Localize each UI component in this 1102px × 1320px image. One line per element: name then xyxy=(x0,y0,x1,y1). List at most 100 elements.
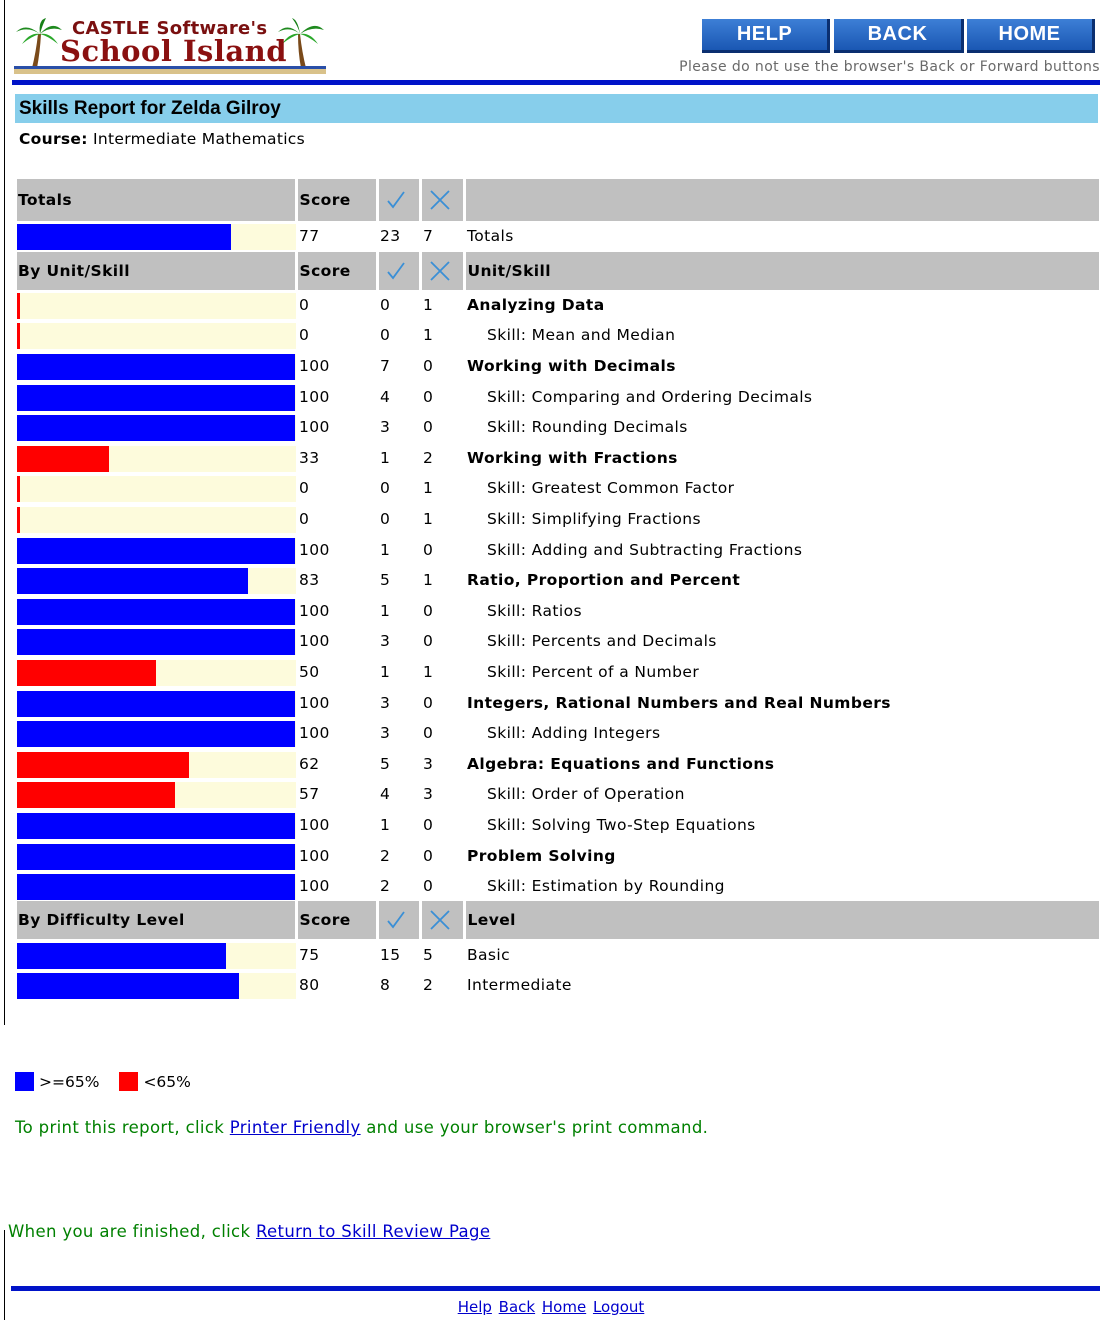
score-bar xyxy=(17,751,296,778)
incorrect-count: 3 xyxy=(423,785,434,804)
incorrect-count: 1 xyxy=(423,510,434,529)
incorrect-count: 2 xyxy=(423,976,434,995)
help-button[interactable]: HELP xyxy=(702,19,830,53)
report-row: 100 7 0 Working with Decimals xyxy=(17,351,1099,382)
report-row: 77 23 7 Totals xyxy=(17,221,1099,252)
correct-count: 2 xyxy=(380,846,391,865)
section-label: Totals xyxy=(17,179,298,221)
score-bar xyxy=(17,629,296,656)
correct-count: 0 xyxy=(380,479,391,498)
footer-back-link[interactable]: Back xyxy=(499,1298,535,1316)
correct-count: 8 xyxy=(380,976,391,995)
incorrect-count: 1 xyxy=(423,326,434,345)
browser-nav-notice: Please do not use the browser's Back or … xyxy=(679,59,1100,75)
legend-pass-swatch xyxy=(15,1072,34,1091)
school-island-logo[interactable]: CASTLE Software's School Island xyxy=(14,16,326,74)
incorrect-count: 7 xyxy=(423,227,434,246)
incorrect-count: 0 xyxy=(423,693,434,712)
unit-name: Working with Decimals xyxy=(467,357,676,376)
footer-home-link[interactable]: Home xyxy=(542,1298,586,1316)
score-bar xyxy=(17,942,296,969)
home-button[interactable]: HOME xyxy=(967,19,1095,53)
score-bar-cell xyxy=(17,473,296,504)
score-bar-cell xyxy=(17,351,296,382)
skill-name: Skill: Percent of a Number xyxy=(487,663,700,682)
score-value: 62 xyxy=(299,754,320,773)
print-text-after: and use your browser's print command. xyxy=(360,1118,709,1137)
correct-count: 1 xyxy=(380,815,391,834)
score-bar xyxy=(17,537,296,564)
report-row: 100 1 0 Skill: Adding and Subtracting Fract… xyxy=(17,534,1099,565)
score-bar-fill xyxy=(17,690,295,717)
incorrect-count: 1 xyxy=(423,571,434,590)
footer-nav: Help Back Home Logout xyxy=(0,1298,1102,1316)
score-bar-fill xyxy=(17,537,295,564)
score-bar-cell xyxy=(17,504,296,535)
report-row: 57 4 3 Skill: Order of Operation xyxy=(17,779,1099,810)
score-column-header: Score xyxy=(296,901,379,940)
incorrect-count: 3 xyxy=(423,754,434,773)
cross-icon xyxy=(422,908,462,932)
incorrect-count: 1 xyxy=(423,479,434,498)
palm-tree-icon xyxy=(16,18,62,68)
finish-instructions: When you are finished, click Return to S… xyxy=(8,1222,490,1241)
incorrect-count: 0 xyxy=(423,877,434,896)
correct-column-header xyxy=(377,179,422,221)
footer-logout-link[interactable]: Logout xyxy=(593,1298,644,1316)
footer-help-link[interactable]: Help xyxy=(458,1298,492,1316)
score-bar xyxy=(17,292,296,319)
legend: >=65% <65% xyxy=(15,1072,191,1091)
correct-count: 3 xyxy=(380,724,391,743)
name-column-header: Unit/Skill xyxy=(464,251,1099,290)
section-header: Totals Score xyxy=(17,179,1099,221)
incorrect-count: 1 xyxy=(423,295,434,314)
skill-name: Skill: Percents and Decimals xyxy=(487,632,717,651)
unit-name: Problem Solving xyxy=(467,846,616,865)
score-bar-cell xyxy=(17,381,296,412)
report-row: 0 0 1 Analyzing Data xyxy=(17,290,1099,321)
back-button[interactable]: BACK xyxy=(834,19,964,53)
row-name: Totals xyxy=(467,227,514,246)
correct-count: 0 xyxy=(380,326,391,345)
correct-count: 4 xyxy=(380,785,391,804)
incorrect-count: 2 xyxy=(423,448,434,467)
name-column-header: Level xyxy=(464,901,1099,940)
score-value: 100 xyxy=(299,357,330,376)
correct-count: 2 xyxy=(380,877,391,896)
report-row: 100 1 0 Skill: Ratios xyxy=(17,596,1099,627)
incorrect-count: 0 xyxy=(423,357,434,376)
score-bar xyxy=(17,568,296,595)
score-bar-fill xyxy=(17,812,295,839)
score-bar-cell xyxy=(17,657,296,688)
report-row: 100 1 0 Skill: Solving Two-Step Equations xyxy=(17,810,1099,841)
row-name: Intermediate xyxy=(467,976,572,995)
skill-name: Skill: Simplifying Fractions xyxy=(487,510,701,529)
skill-name: Skill: Adding and Subtracting Fractions xyxy=(487,540,803,559)
score-bar xyxy=(17,843,296,870)
score-value: 100 xyxy=(299,846,330,865)
score-bar-fill xyxy=(17,721,295,748)
score-bar-fill xyxy=(17,629,295,656)
score-bar xyxy=(17,812,296,839)
score-bar xyxy=(17,690,296,717)
skill-name: Skill: Estimation by Rounding xyxy=(487,877,725,896)
report-row: 100 4 0 Skill: Comparing and Ordering Decim… xyxy=(17,381,1099,412)
return-to-skill-review-link[interactable]: Return to Skill Review Page xyxy=(256,1222,490,1241)
incorrect-column-header xyxy=(420,901,466,940)
score-value: 100 xyxy=(299,540,330,559)
score-bar-cell xyxy=(17,687,296,718)
name-column-header xyxy=(464,179,1099,221)
score-value: 100 xyxy=(299,877,330,896)
score-bar-fill xyxy=(17,323,20,350)
page-left-border xyxy=(4,0,5,1025)
score-bar-cell xyxy=(17,810,296,841)
score-bar-cell xyxy=(17,779,296,810)
unit-name: Analyzing Data xyxy=(467,295,605,314)
score-bar-fill xyxy=(17,568,248,595)
printer-friendly-link[interactable]: Printer Friendly xyxy=(230,1118,361,1137)
score-value: 100 xyxy=(299,632,330,651)
score-bar-cell xyxy=(17,534,296,565)
score-value: 100 xyxy=(299,418,330,437)
score-bar xyxy=(17,782,296,809)
correct-count: 5 xyxy=(380,571,391,590)
